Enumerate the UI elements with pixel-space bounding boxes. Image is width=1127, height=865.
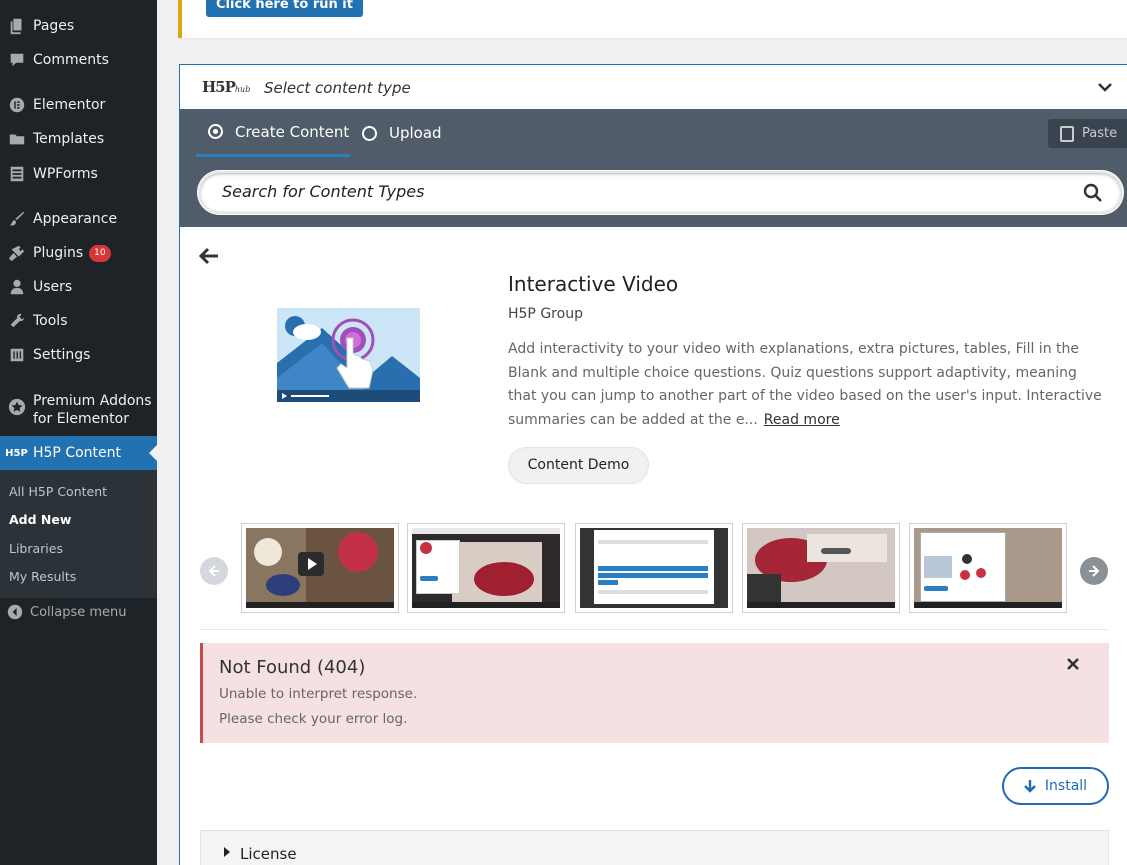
sidebar-item-templates[interactable]: Templates	[0, 128, 157, 150]
h5p-icon: H5P	[5, 447, 28, 459]
sidebar-item-label: Tools	[33, 313, 68, 329]
read-more-link[interactable]: Read more	[764, 412, 840, 428]
sidebar-item-premium-addons[interactable]: Premium Addons for Elementor	[0, 392, 157, 428]
tab-label: Create Content	[235, 122, 350, 141]
paste-button[interactable]: Paste	[1048, 119, 1127, 148]
sidebar-item-plugins[interactable]: Plugins 10	[0, 242, 157, 264]
error-text-line1: Unable to interpret response.	[219, 686, 418, 702]
collapse-arrow-icon	[0, 604, 30, 620]
chevron-down-icon[interactable]	[1098, 77, 1112, 96]
submenu-my-results[interactable]: My Results	[9, 569, 76, 584]
hub-tabbar: Create Content Upload Paste	[180, 109, 1127, 157]
error-title: Not Found (404)	[219, 657, 366, 678]
sidebar-item-label: Comments	[33, 52, 109, 68]
hub-header[interactable]: H5Phub Select content type	[180, 65, 1127, 109]
submenu-all-h5p-content[interactable]: All H5P Content	[9, 484, 107, 499]
sidebar-item-wpforms[interactable]: WPForms	[0, 163, 157, 185]
collapse-menu-label: Collapse menu	[30, 604, 127, 620]
sidebar-item-label: Templates	[33, 131, 105, 147]
sidebar-item-users[interactable]: Users	[0, 276, 157, 298]
plug-icon	[0, 244, 33, 262]
tab-label: Upload	[389, 124, 442, 142]
sidebar-item-elementor[interactable]: Elementor	[0, 94, 157, 116]
content-type-description: Add interactivity to your video with exp…	[508, 341, 1102, 428]
error-message: Not Found (404) Unable to interpret resp…	[200, 643, 1109, 743]
h5p-submenu: All H5P Content Add New Libraries My Res…	[0, 470, 157, 598]
update-count-badge: 10	[89, 244, 111, 262]
sidebar-item-h5p-content[interactable]: H5P H5P Content	[0, 436, 157, 470]
search-field-wrapper	[198, 171, 1123, 214]
sidebar-item-label: H5P Content	[33, 445, 122, 461]
submenu-libraries[interactable]: Libraries	[9, 541, 63, 556]
elementor-icon	[0, 96, 33, 114]
tab-upload[interactable]: Upload	[362, 109, 442, 157]
content-type-title: Interactive Video	[508, 272, 679, 296]
tab-create-content[interactable]: Create Content	[196, 109, 350, 157]
sidebar-item-comments[interactable]: Comments	[0, 49, 157, 71]
admin-notice: Click here to run it now	[178, 0, 1127, 42]
h5p-hub-logo: H5Phub	[202, 78, 251, 96]
sliders-icon	[0, 346, 33, 364]
content-type-image	[277, 308, 420, 402]
sidebar-item-label-line2: for Elementor	[33, 411, 129, 427]
wrench-icon	[0, 312, 33, 330]
back-arrow-icon[interactable]	[198, 246, 219, 271]
caret-right-icon	[224, 847, 230, 857]
screenshot-thumbnail-3[interactable]	[575, 523, 733, 613]
run-now-button[interactable]: Click here to run it now	[206, 0, 363, 42]
screenshot-thumbnail-5[interactable]	[909, 523, 1067, 613]
sidebar-item-label: Elementor	[33, 97, 106, 113]
content-type-owner: H5P Group	[508, 306, 583, 322]
pages-icon	[0, 17, 33, 35]
radio-selected-icon	[208, 124, 223, 139]
search-bar	[180, 157, 1127, 227]
error-text-line2: Please check your error log.	[219, 711, 408, 727]
h5p-hub-panel: H5Phub Select content type Create Conten…	[179, 64, 1127, 865]
sidebar-item-settings[interactable]: Settings	[0, 344, 157, 366]
divider	[200, 629, 1108, 630]
screenshot-thumbnail-2[interactable]	[407, 523, 565, 613]
license-panel[interactable]: License	[200, 830, 1109, 865]
form-icon	[0, 165, 33, 183]
sidebar-item-label: Pages	[33, 18, 75, 34]
arrow-down-icon	[1024, 780, 1036, 793]
sidebar-item-label: WPForms	[33, 166, 98, 182]
admin-sidebar: Pages Comments Elementor Templates WPFor…	[0, 0, 157, 865]
screenshot-thumbnail-4[interactable]	[742, 523, 900, 613]
comments-icon	[0, 51, 33, 69]
hub-title: Select content type	[264, 79, 411, 97]
clipboard-icon	[1060, 125, 1074, 142]
close-icon[interactable]	[1067, 655, 1079, 675]
license-label: License	[240, 845, 297, 863]
sidebar-item-pages[interactable]: Pages	[0, 15, 157, 37]
sidebar-item-label: Appearance	[33, 211, 118, 227]
sidebar-item-tools[interactable]: Tools	[0, 310, 157, 332]
brush-icon	[0, 210, 33, 228]
sidebar-item-label: Users	[33, 279, 73, 295]
install-button[interactable]: Install	[1002, 767, 1109, 805]
search-icon[interactable]	[1083, 183, 1103, 203]
sidebar-item-label-line1: Premium Addons	[33, 393, 152, 409]
carousel-next-button[interactable]	[1080, 557, 1108, 585]
user-icon	[0, 278, 33, 296]
install-label: Install	[1044, 778, 1088, 794]
sidebar-item-appearance[interactable]: Appearance	[0, 208, 157, 230]
radio-empty-icon	[362, 125, 377, 141]
screenshot-thumbnail-1[interactable]	[241, 523, 399, 613]
star-icon	[0, 398, 33, 416]
sidebar-item-label: Plugins	[33, 245, 84, 261]
sidebar-item-label: Settings	[33, 347, 91, 363]
search-input[interactable]	[222, 182, 1042, 201]
paste-label: Paste	[1082, 126, 1118, 141]
submenu-add-new[interactable]: Add New	[9, 512, 71, 527]
carousel-prev-button[interactable]	[200, 557, 228, 585]
collapse-menu-button[interactable]: Collapse menu	[0, 604, 157, 620]
folder-icon	[0, 130, 33, 148]
content-demo-button[interactable]: Content Demo	[508, 447, 649, 484]
